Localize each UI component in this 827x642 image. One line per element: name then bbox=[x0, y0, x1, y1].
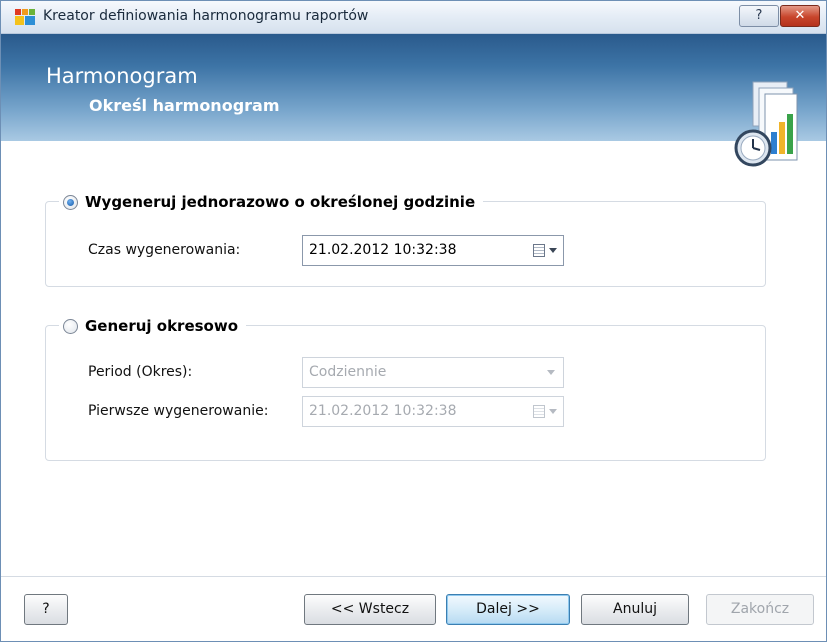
window-title: Kreator definiowania harmonogramu raport… bbox=[43, 8, 369, 24]
generation-time-label: Czas wygenerowania: bbox=[88, 242, 241, 258]
next-button[interactable]: Dalej >> bbox=[446, 594, 570, 625]
calendar-icon[interactable] bbox=[533, 244, 545, 257]
first-generation-label: Pierwsze wygenerowanie: bbox=[88, 403, 269, 419]
periodic-radio[interactable] bbox=[63, 318, 78, 334]
generation-time-value: 21.02.2012 10:32:38 bbox=[309, 242, 457, 258]
back-button[interactable]: << Wstecz bbox=[304, 594, 436, 625]
period-label: Period (Okres): bbox=[88, 364, 193, 380]
help-button[interactable]: ? bbox=[24, 594, 68, 625]
report-schedule-icon bbox=[734, 81, 798, 167]
finish-button[interactable]: Zakończ bbox=[706, 594, 814, 625]
chevron-down-icon[interactable] bbox=[549, 409, 557, 414]
cancel-button[interactable]: Anuluj bbox=[581, 594, 689, 625]
first-generation-value: 21.02.2012 10:32:38 bbox=[309, 403, 457, 419]
close-window-button[interactable]: ✕ bbox=[780, 5, 820, 27]
wizard-header-banner: Harmonogram Określ harmonogram bbox=[1, 34, 826, 167]
periodic-label: Generuj okresowo bbox=[85, 317, 239, 335]
periodic-option[interactable]: Generuj okresowo bbox=[59, 317, 247, 335]
chevron-down-icon[interactable] bbox=[549, 248, 557, 253]
generation-time-picker[interactable]: 21.02.2012 10:32:38 bbox=[302, 235, 564, 266]
period-dropdown[interactable]: Codziennie bbox=[302, 357, 564, 388]
first-generation-picker[interactable]: 21.02.2012 10:32:38 bbox=[302, 396, 564, 427]
avg-logo-icon bbox=[15, 9, 35, 25]
periodic-group bbox=[45, 325, 766, 461]
one-time-option[interactable]: Wygeneruj jednorazowo o określonej godzi… bbox=[59, 193, 484, 211]
footer-divider bbox=[1, 576, 826, 577]
help-title-button[interactable]: ? bbox=[739, 5, 779, 27]
page-title: Harmonogram bbox=[46, 64, 198, 88]
chevron-down-icon[interactable] bbox=[547, 370, 555, 375]
title-bar[interactable]: Kreator definiowania harmonogramu raport… bbox=[1, 1, 826, 34]
page-subtitle: Określ harmonogram bbox=[89, 96, 280, 115]
period-value: Codziennie bbox=[309, 364, 387, 380]
wizard-window: Kreator definiowania harmonogramu raport… bbox=[0, 0, 827, 642]
one-time-radio[interactable] bbox=[63, 194, 78, 210]
one-time-label: Wygeneruj jednorazowo o określonej godzi… bbox=[85, 193, 476, 211]
calendar-icon[interactable] bbox=[533, 405, 545, 418]
